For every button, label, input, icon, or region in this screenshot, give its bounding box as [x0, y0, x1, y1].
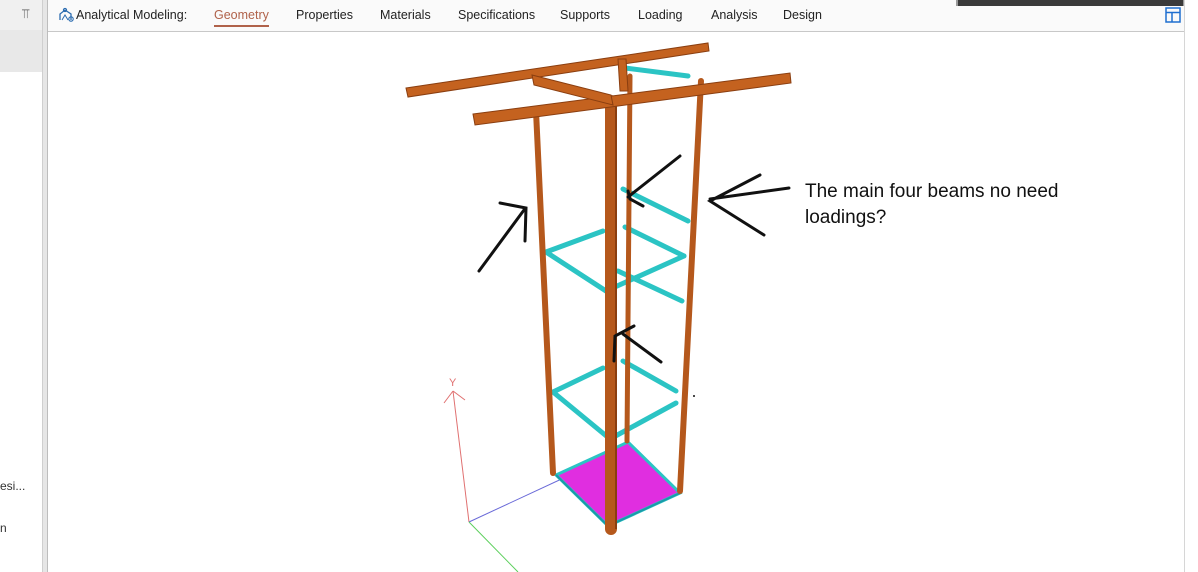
tab-properties[interactable]: Properties	[296, 8, 353, 22]
top-beams[interactable]	[405, 42, 792, 126]
truncated-label: n	[0, 521, 7, 535]
tab-specifications[interactable]: Specifications	[458, 8, 535, 22]
tab-materials[interactable]: Materials	[380, 8, 431, 22]
annotation-line-2: loadings?	[805, 207, 887, 228]
right-edge-strip	[1184, 0, 1198, 572]
tab-design[interactable]: Design	[783, 8, 822, 22]
axis-y-label: Y	[449, 377, 457, 389]
tab-geometry[interactable]: Geometry	[214, 8, 269, 27]
document-window: Analytical Modeling: Geometry Properties…	[47, 0, 1185, 572]
tab-supports[interactable]: Supports	[560, 8, 610, 22]
selected-panel-item[interactable]	[0, 30, 42, 72]
annotation-arrows	[477, 154, 791, 364]
annotation-note: The main four beams no need loadings?	[805, 179, 1059, 231]
page-layout-icon[interactable]	[1165, 7, 1181, 23]
analytical-modeling-icon	[59, 7, 74, 22]
pin-icon[interactable]: ⫪	[22, 6, 29, 22]
tab-analysis[interactable]: Analysis	[711, 8, 758, 22]
truncated-label: esi...	[0, 479, 26, 493]
annotation-line-1: The main four beams no need	[805, 181, 1059, 202]
base-plate[interactable]	[553, 440, 683, 528]
structure-model: Y	[405, 42, 792, 572]
panel-header: ⫪	[0, 0, 42, 30]
tab-loading[interactable]: Loading	[638, 8, 683, 22]
left-dock-panel: ⫪ esi... n	[0, 0, 43, 572]
overlay-popup-edge	[956, 0, 1185, 6]
bracing-lower[interactable]	[550, 65, 691, 442]
toolbar-title: Analytical Modeling:	[76, 8, 188, 22]
3d-model-viewport[interactable]: Y The main four beams no need loadings?	[48, 31, 1185, 572]
